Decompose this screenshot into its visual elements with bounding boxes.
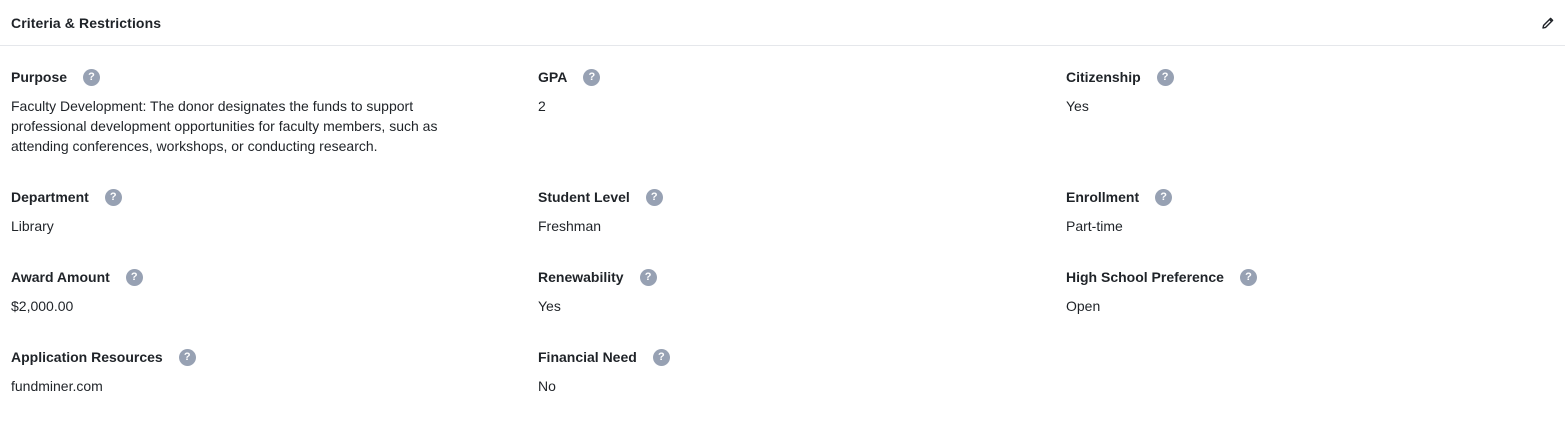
field-value: Faculty Development: The donor designate… — [11, 98, 438, 154]
help-icon[interactable]: ? — [645, 188, 663, 206]
criteria-restrictions-panel: Criteria & Restrictions Purpose ? Facult… — [0, 0, 1565, 413]
field-gpa: GPA ? 2 — [538, 68, 1066, 188]
field-value: Library — [11, 218, 54, 234]
field-label: GPA — [538, 69, 568, 85]
help-icon[interactable]: ? — [652, 348, 670, 366]
field-label: Application Resources — [11, 349, 163, 365]
field-enrollment: Enrollment ? Part-time — [1066, 188, 1565, 268]
help-icon[interactable]: ? — [583, 68, 601, 86]
field-value: Yes — [1066, 98, 1089, 114]
field-label: Citizenship — [1066, 69, 1141, 85]
field-citizenship: Citizenship ? Yes — [1066, 68, 1565, 188]
field-label: Financial Need — [538, 349, 637, 365]
field-label: Student Level — [538, 189, 630, 205]
field-department: Department ? Library — [11, 188, 538, 268]
help-icon[interactable]: ? — [639, 268, 657, 286]
panel-header: Criteria & Restrictions — [0, 0, 1565, 46]
field-label: Department — [11, 189, 89, 205]
field-label: Enrollment — [1066, 189, 1140, 205]
field-student-level: Student Level ? Freshman — [538, 188, 1066, 268]
field-high-school-preference: High School Preference ? Open — [1066, 268, 1565, 348]
field-empty — [1066, 348, 1565, 428]
field-label: Purpose — [11, 69, 68, 85]
field-value: $2,000.00 — [11, 298, 74, 314]
field-value: Open — [1066, 298, 1101, 314]
edit-button[interactable] — [1539, 14, 1557, 32]
field-value: 2 — [538, 98, 546, 114]
help-icon[interactable]: ? — [83, 68, 101, 86]
field-value: Freshman — [538, 218, 602, 234]
help-icon[interactable]: ? — [178, 348, 196, 366]
field-value: fundminer.com — [11, 378, 103, 394]
field-value: No — [538, 378, 556, 394]
field-application-resources: Application Resources ? fundminer.com — [11, 348, 538, 428]
help-icon[interactable]: ? — [104, 188, 122, 206]
field-value: Yes — [538, 298, 561, 314]
help-icon[interactable]: ? — [1155, 188, 1173, 206]
field-label: Award Amount — [11, 269, 110, 285]
field-financial-need: Financial Need ? No — [538, 348, 1066, 428]
help-icon[interactable]: ? — [1239, 268, 1257, 286]
field-label: High School Preference — [1066, 269, 1224, 285]
criteria-grid: Purpose ? Faculty Development: The donor… — [0, 46, 1565, 428]
field-renewability: Renewability ? Yes — [538, 268, 1066, 348]
panel-title: Criteria & Restrictions — [11, 14, 162, 31]
help-icon[interactable]: ? — [1156, 68, 1174, 86]
field-purpose: Purpose ? Faculty Development: The donor… — [11, 68, 538, 188]
help-icon[interactable]: ? — [125, 268, 143, 286]
field-label: Renewability — [538, 269, 624, 285]
field-value: Part-time — [1066, 218, 1123, 234]
field-award-amount: Award Amount ? $2,000.00 — [11, 268, 538, 348]
pencil-icon — [1542, 17, 1554, 29]
